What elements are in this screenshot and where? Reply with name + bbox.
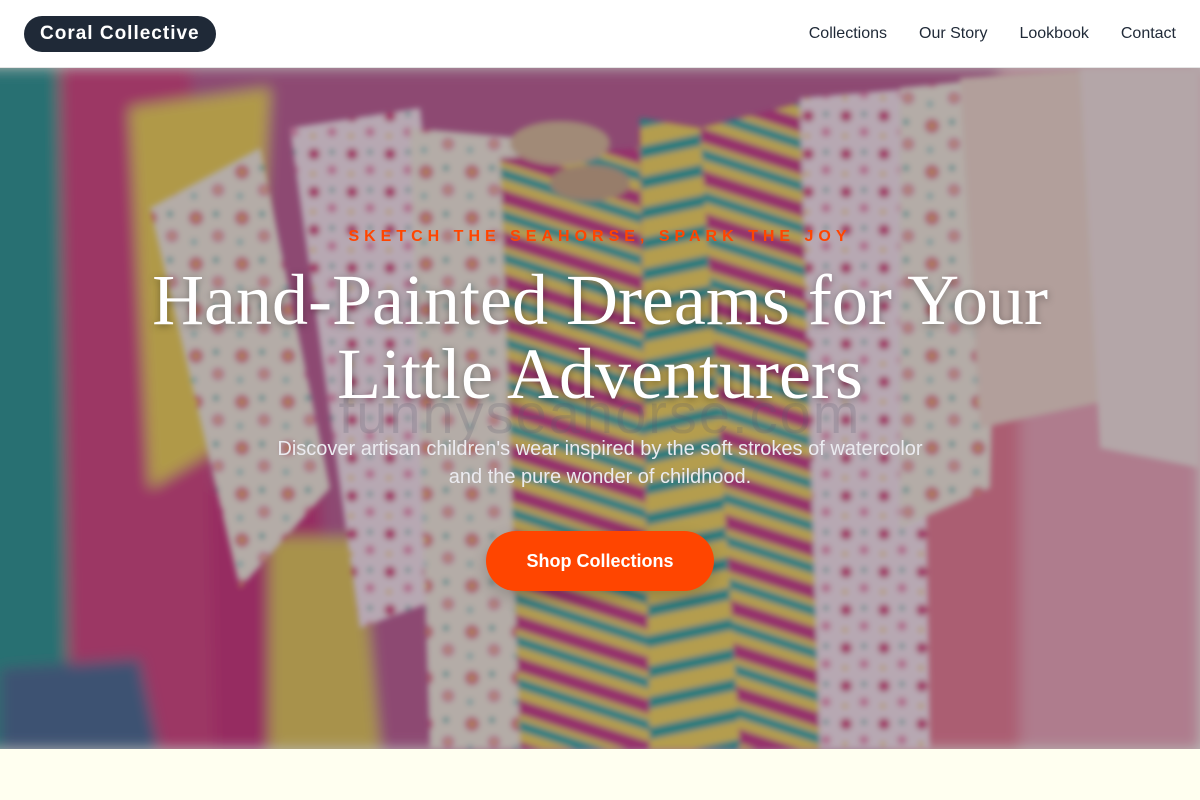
shop-collections-button[interactable]: Shop Collections <box>486 531 714 591</box>
brand-logo[interactable]: Coral Collective <box>24 16 216 52</box>
top-navbar: Coral Collective Collections Our Story L… <box>0 0 1200 68</box>
hero-section: SKETCH THE SEAHORSE, SPARK THE JOY funny… <box>0 68 1200 749</box>
nav-link-collections[interactable]: Collections <box>809 25 887 43</box>
nav-link-contact[interactable]: Contact <box>1121 25 1176 43</box>
main-nav: Collections Our Story Lookbook Contact <box>809 0 1176 68</box>
nav-link-our-story[interactable]: Our Story <box>919 25 987 43</box>
next-section <box>0 749 1200 800</box>
nav-link-lookbook[interactable]: Lookbook <box>1019 25 1088 43</box>
hero-eyebrow: SKETCH THE SEAHORSE, SPARK THE JOY <box>348 228 852 245</box>
hero-subtext: Discover artisan children's wear inspire… <box>277 438 923 488</box>
hero-headline: Hand-Painted Dreams for Your Little Adve… <box>152 260 1048 414</box>
hero-content: SKETCH THE SEAHORSE, SPARK THE JOY funny… <box>0 68 1200 749</box>
